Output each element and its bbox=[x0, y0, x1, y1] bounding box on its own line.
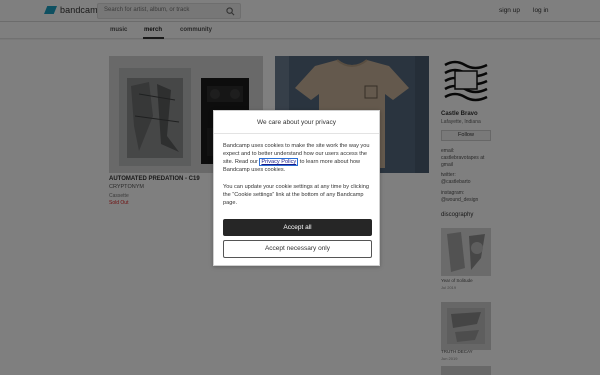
cookie-consent-dialog: We care about your privacy Bandcamp uses… bbox=[213, 110, 380, 266]
accept-all-button[interactable]: Accept all bbox=[223, 219, 372, 236]
privacy-policy-link[interactable]: Privacy Policy bbox=[259, 158, 299, 166]
cookie-settings-note: You can update your cookie settings at a… bbox=[223, 184, 369, 206]
accept-necessary-button[interactable]: Accept necessary only bbox=[223, 240, 372, 258]
dialog-title: We care about your privacy bbox=[214, 111, 379, 134]
cookie-description: Bandcamp uses cookies to make the site w… bbox=[223, 142, 373, 174]
